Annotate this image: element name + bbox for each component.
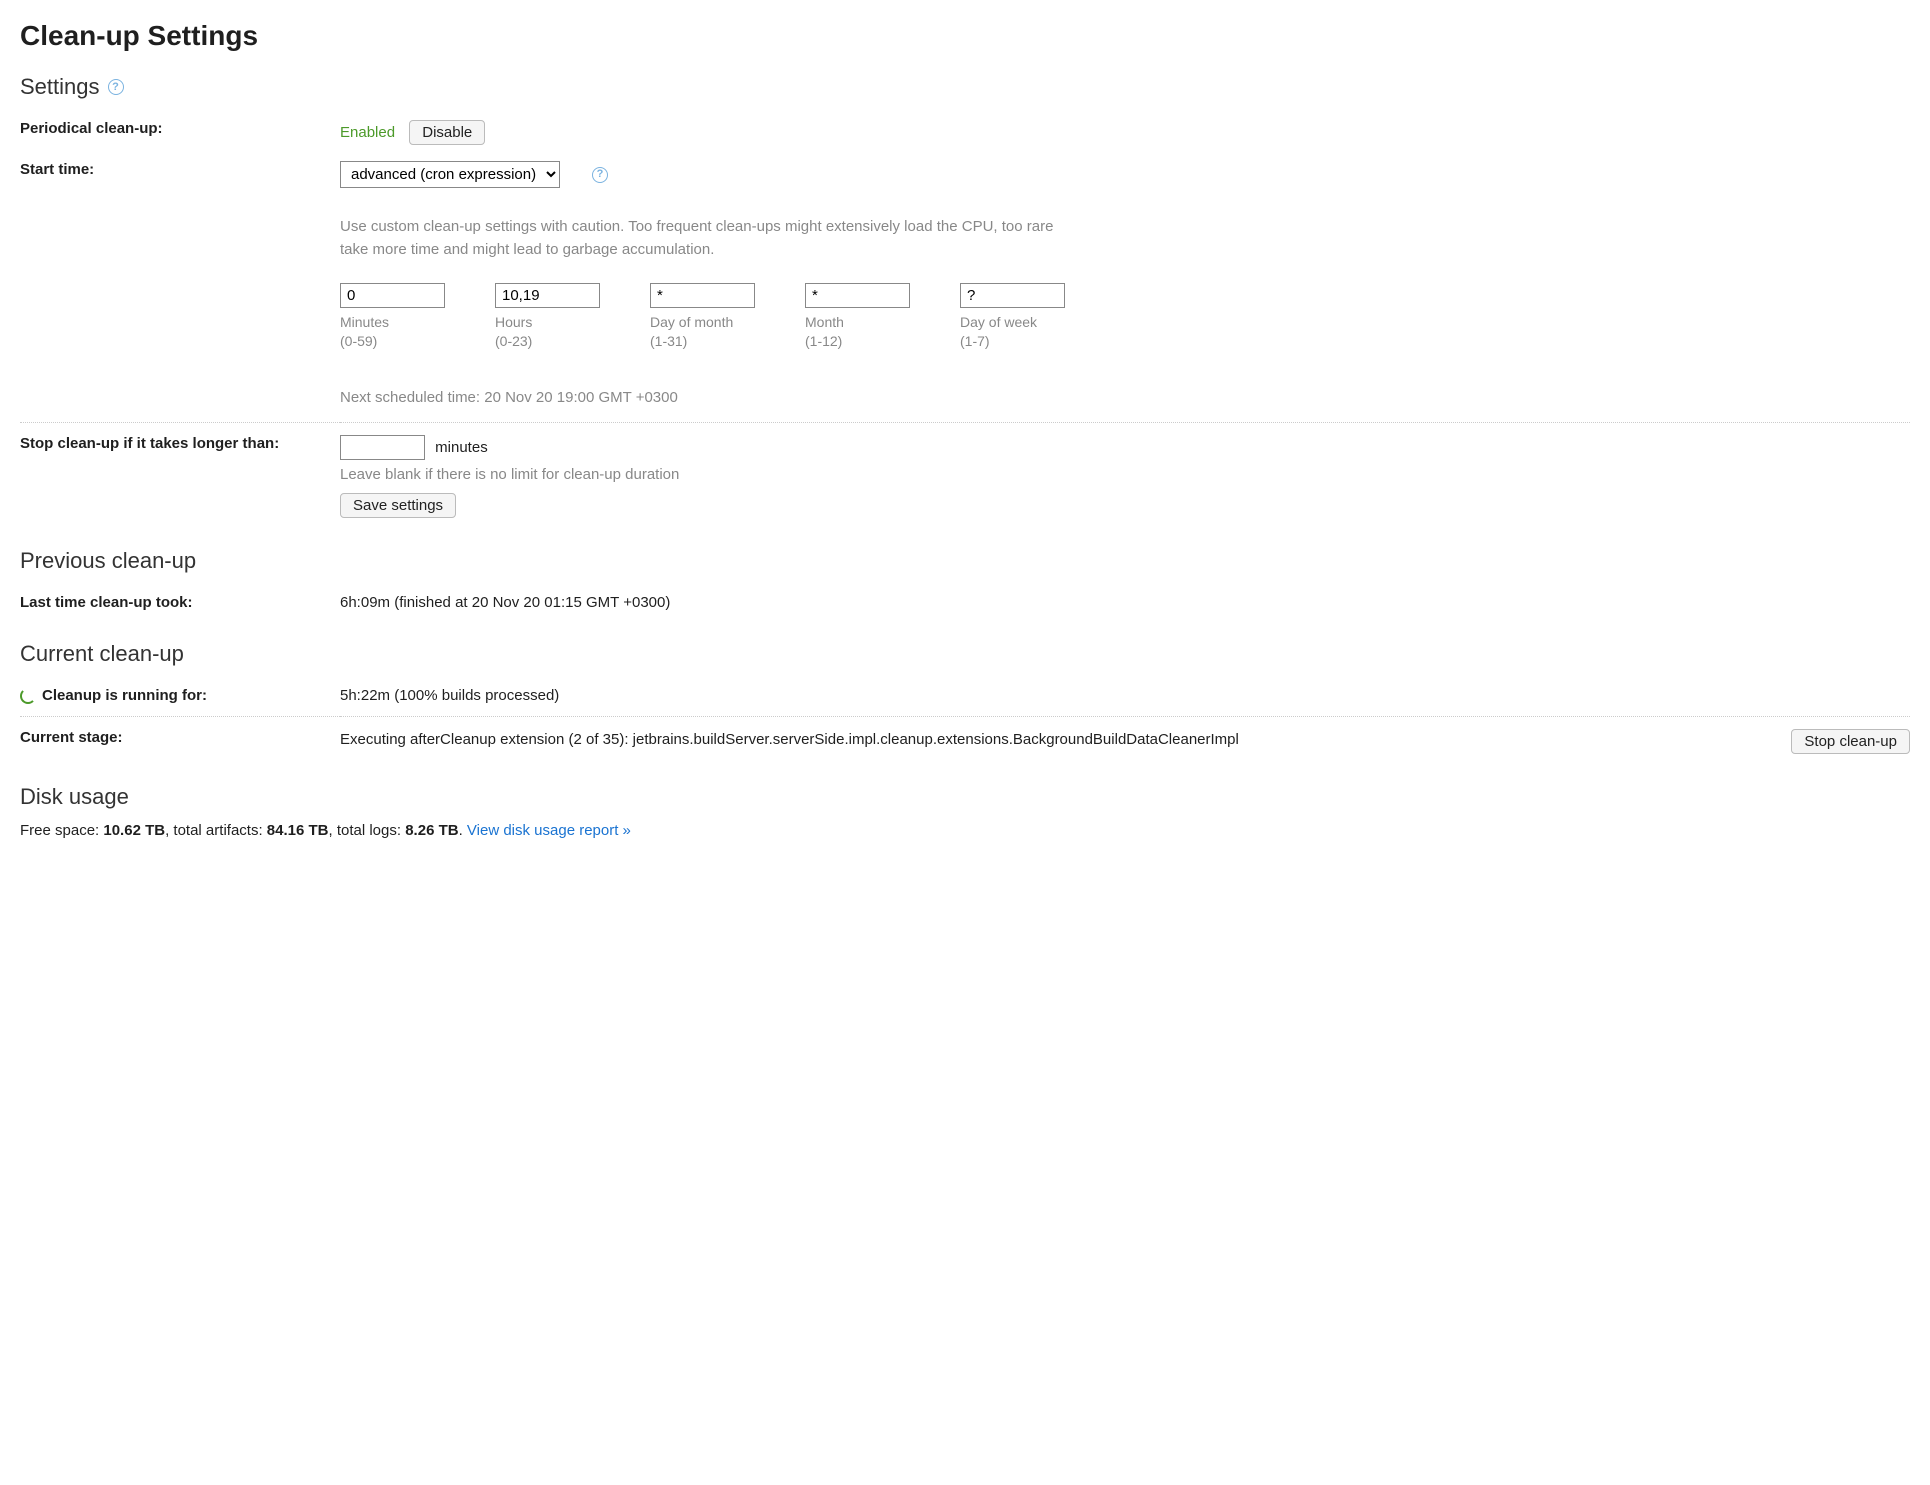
cron-dom-range: (1-31)	[650, 333, 755, 349]
start-time-select[interactable]: advanced (cron expression)	[340, 161, 560, 188]
page-title: Clean-up Settings	[20, 20, 1910, 52]
stop-cleanup-button[interactable]: Stop clean-up	[1791, 729, 1910, 754]
disk-period: .	[459, 822, 467, 839]
start-time-label: Start time:	[20, 153, 340, 423]
duration-hint: Leave blank if there is no limit for cle…	[340, 466, 1910, 483]
next-scheduled: Next scheduled time: 20 Nov 20 19:00 GMT…	[340, 389, 1910, 406]
cron-month-range: (1-12)	[805, 333, 910, 349]
cron-dow-range: (1-7)	[960, 333, 1065, 349]
disable-button[interactable]: Disable	[409, 120, 485, 145]
previous-table: Last time clean-up took: 6h:09m (finishe…	[20, 586, 1910, 619]
cron-minutes-range: (0-59)	[340, 333, 445, 349]
periodical-label: Periodical clean-up:	[20, 112, 340, 153]
current-table: Cleanup is running for: 5h:22m (100% bui…	[20, 679, 1910, 762]
duration-input[interactable]	[340, 435, 425, 460]
running-label: Cleanup is running for:	[42, 687, 207, 704]
last-time-value: 6h:09m (finished at 20 Nov 20 01:15 GMT …	[340, 586, 1910, 619]
disk-heading: Disk usage	[20, 784, 1910, 810]
cron-minutes-label: Minutes	[340, 314, 445, 330]
logs-label: , total logs:	[329, 822, 406, 839]
current-heading: Current clean-up	[20, 641, 1910, 667]
help-icon[interactable]: ?	[592, 167, 608, 183]
caution-text: Use custom clean-up settings with cautio…	[340, 216, 1060, 261]
settings-form: Periodical clean-up: Enabled Disable Sta…	[20, 112, 1910, 526]
cron-month-input[interactable]	[805, 283, 910, 308]
cron-minutes-input[interactable]	[340, 283, 445, 308]
spinner-icon	[20, 688, 36, 704]
cron-dow-label: Day of week	[960, 314, 1065, 330]
free-value: 10.62 TB	[103, 822, 165, 839]
free-label: Free space:	[20, 822, 103, 839]
previous-heading: Previous clean-up	[20, 548, 1910, 574]
cron-dow-input[interactable]	[960, 283, 1065, 308]
last-time-label: Last time clean-up took:	[20, 586, 340, 619]
stage-value: Executing afterCleanup extension (2 of 3…	[340, 729, 1781, 752]
running-value: 5h:22m (100% builds processed)	[340, 679, 1910, 716]
settings-heading-text: Settings	[20, 74, 100, 100]
cron-hours-input[interactable]	[495, 283, 600, 308]
stop-if-label: Stop clean-up if it takes longer than:	[20, 423, 340, 527]
cron-dom-input[interactable]	[650, 283, 755, 308]
artifacts-label: , total artifacts:	[165, 822, 267, 839]
artifacts-value: 84.16 TB	[267, 822, 329, 839]
disk-usage-line: Free space: 10.62 TB, total artifacts: 8…	[20, 822, 1910, 839]
cron-dom-label: Day of month	[650, 314, 755, 330]
cron-hours-range: (0-23)	[495, 333, 600, 349]
save-settings-button[interactable]: Save settings	[340, 493, 456, 518]
cron-month-label: Month	[805, 314, 910, 330]
cron-row: Minutes (0-59) Hours (0-23) Day of month…	[340, 283, 1910, 349]
duration-unit: minutes	[435, 439, 488, 456]
logs-value: 8.26 TB	[405, 822, 458, 839]
periodical-status: Enabled	[340, 124, 395, 141]
stage-label: Current stage:	[20, 716, 340, 762]
cron-hours-label: Hours	[495, 314, 600, 330]
settings-heading: Settings ?	[20, 74, 1910, 100]
disk-report-link[interactable]: View disk usage report »	[467, 822, 631, 839]
help-icon[interactable]: ?	[108, 79, 124, 95]
